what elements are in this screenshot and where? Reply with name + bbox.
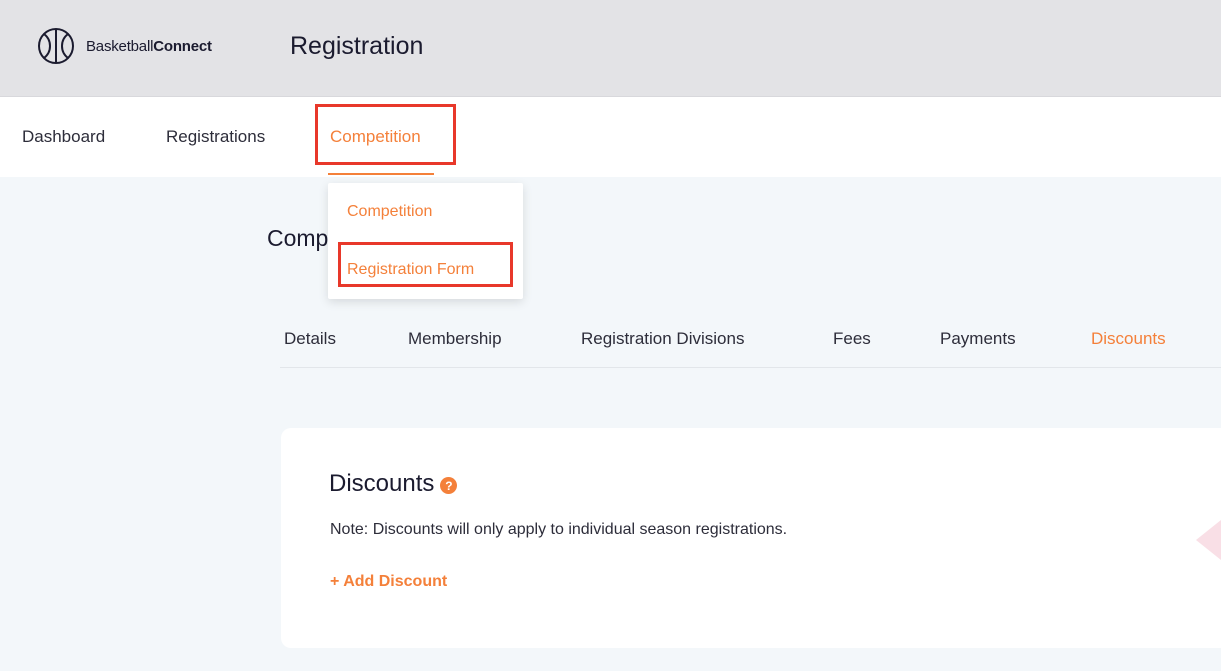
tab-payments[interactable]: Payments — [940, 329, 1016, 349]
discounts-note: Note: Discounts will only apply to indiv… — [330, 521, 788, 538]
question-circle-icon[interactable]: ? — [440, 477, 458, 494]
tab-fees[interactable]: Fees — [833, 329, 871, 349]
basketball-icon — [38, 28, 74, 64]
nav-item-dashboard[interactable]: Dashboard — [22, 127, 105, 147]
page-title: Registration — [290, 32, 424, 60]
section-heading: Comp — [267, 225, 329, 251]
nav-active-underline — [328, 173, 434, 175]
nav-item-competition[interactable]: Competition — [330, 127, 421, 147]
competition-tabs: Details Membership Registration Division… — [280, 320, 1221, 368]
discounts-heading: Discounts — [329, 470, 435, 497]
dropdown-item-competition[interactable]: Competition — [347, 203, 432, 221]
dropdown-item-registration-form[interactable]: Registration Form — [347, 261, 474, 279]
tab-details[interactable]: Details — [284, 329, 336, 349]
competition-dropdown-menu: Competition Registration Form — [328, 183, 523, 299]
app-logo[interactable]: BasketballConnect — [36, 26, 212, 66]
logo-text: BasketballConnect — [86, 37, 212, 55]
tab-registration-divisions[interactable]: Registration Divisions — [581, 329, 744, 349]
top-nav: Dashboard Registrations Competition — [0, 97, 1221, 177]
tab-discounts[interactable]: Discounts — [1091, 329, 1166, 349]
discounts-card: Discounts ? Note: Discounts will only ap… — [281, 428, 1221, 648]
add-discount-button[interactable]: + Add Discount — [330, 573, 447, 591]
decorative-shape — [1196, 520, 1221, 560]
nav-item-registrations[interactable]: Registrations — [166, 127, 265, 147]
app-header: BasketballConnect Registration — [0, 0, 1221, 97]
card-title: Discounts ? — [329, 470, 458, 498]
tab-membership[interactable]: Membership — [408, 329, 502, 349]
